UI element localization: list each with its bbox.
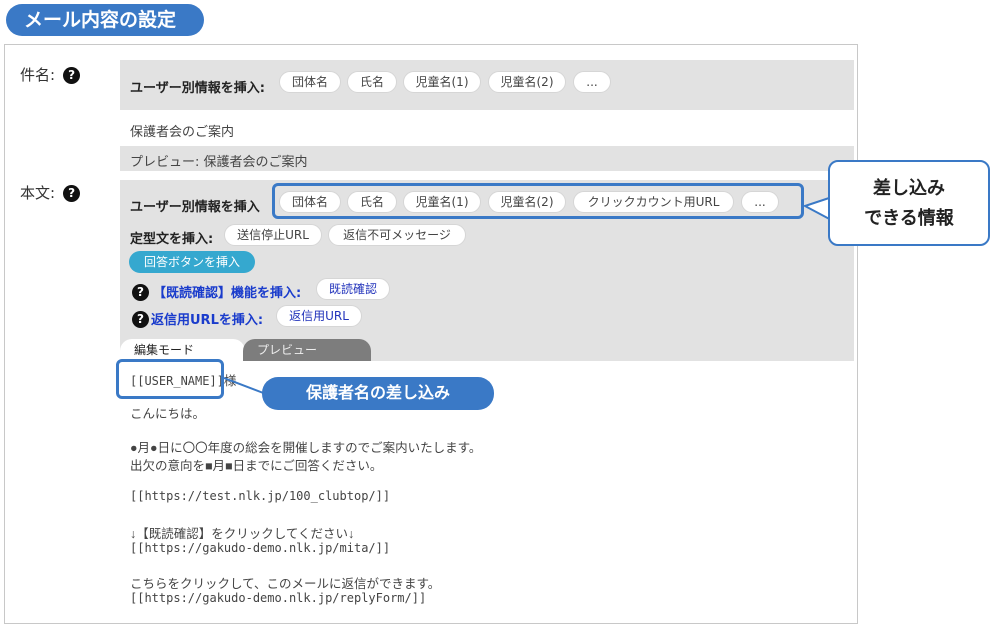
callout-pointers (223, 194, 836, 395)
callout-pointer-guardian (223, 377, 267, 395)
callout-line-2: できる情報 (864, 208, 954, 229)
guardian-name-callout: 保護者名の差し込み (262, 377, 494, 410)
insertable-info-callout: 差し込み できる情報 (828, 160, 990, 246)
callout-line-1: 差し込み (873, 178, 945, 199)
